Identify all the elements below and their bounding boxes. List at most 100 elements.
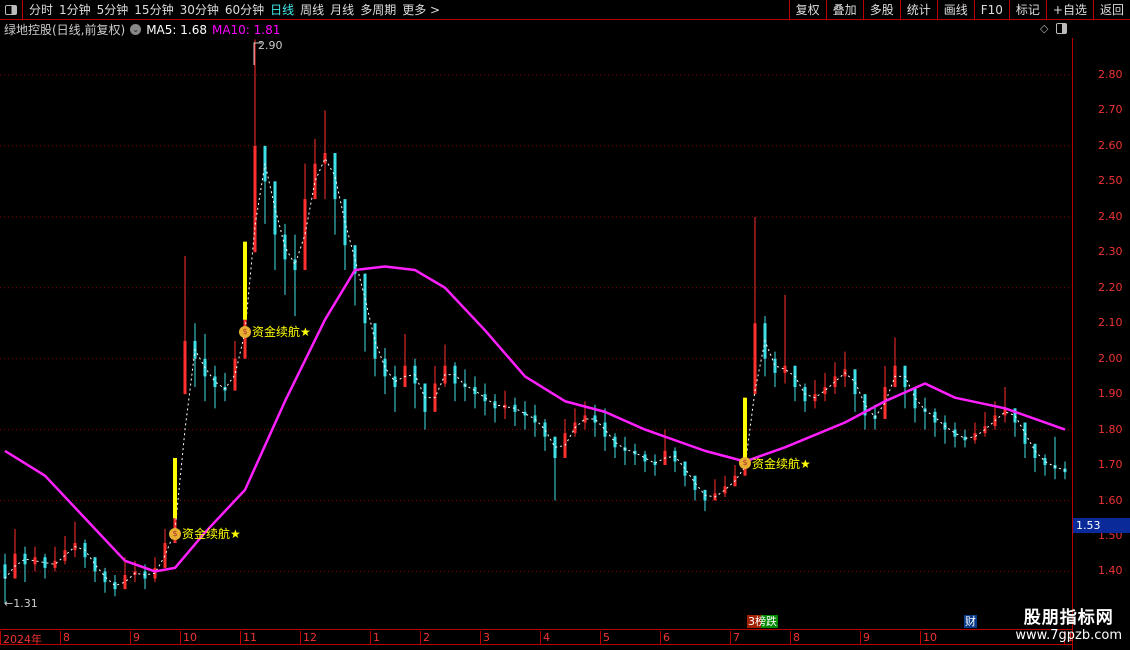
candle-body: [313, 163, 317, 200]
toolbar-button-7[interactable]: +自选: [1045, 0, 1093, 20]
tab-period-8[interactable]: 月线: [330, 1, 354, 18]
money-bag-icon: $: [239, 325, 251, 338]
candle-body: [103, 571, 107, 583]
candle-body: [753, 323, 757, 395]
x-tick-label: 2: [420, 631, 430, 645]
right-buttons: 复权 叠加 多股 统计 画线 F10 标记 +自选 返回: [788, 0, 1130, 20]
candle-body: [783, 365, 787, 373]
candle-body: [283, 234, 287, 260]
candle-body: [543, 422, 547, 437]
tab-period-9[interactable]: 多周期: [360, 1, 396, 18]
x-tick-label: 10: [180, 631, 197, 645]
tab-period-1[interactable]: 1分钟: [59, 1, 91, 18]
candle-body: [93, 557, 97, 572]
x-tick-label: 4: [540, 631, 550, 645]
candle-body: [683, 461, 687, 476]
money-bag-icon: $: [169, 527, 181, 540]
tab-period-4[interactable]: 30分钟: [180, 1, 219, 18]
candle-body: [33, 557, 37, 565]
candle-body: [183, 340, 187, 395]
tab-period-10[interactable]: 更多 >: [402, 1, 440, 18]
tab-period-2[interactable]: 5分钟: [97, 1, 129, 18]
x-tick-label: 6: [660, 631, 670, 645]
candle-body: [643, 454, 647, 462]
candle-body: [213, 376, 217, 388]
toolbar-button-3[interactable]: 统计: [899, 0, 937, 20]
candle-body: [953, 429, 957, 437]
signal-label: $ 资金续航★: [169, 525, 241, 542]
event-marker[interactable]: 3榜跌: [747, 615, 778, 628]
candle-body: [123, 574, 127, 590]
panel-icon[interactable]: [1056, 23, 1068, 34]
diamond-icon[interactable]: ◇: [1040, 22, 1048, 35]
tab-period-5[interactable]: 60分钟: [225, 1, 264, 18]
ma5-value: MA5: 1.68: [146, 22, 207, 37]
signal-label: $ 资金续航★: [239, 323, 311, 340]
candle-body: [273, 181, 277, 235]
watermark: 股朋指标网 www.7gpzb.com: [1015, 603, 1122, 643]
candle-body: [1033, 443, 1037, 458]
toolbar-button-4[interactable]: 画线: [936, 0, 974, 20]
stock-title: 绿地控股(日线,前复权): [4, 23, 126, 37]
y-tick-label: 2.70: [1098, 103, 1123, 117]
x-tick-label: 9: [860, 631, 870, 645]
toolbar-button-6[interactable]: 标记: [1008, 0, 1046, 20]
toolbar-button-0[interactable]: 复权: [788, 0, 826, 20]
tab-period-7[interactable]: 周线: [300, 1, 324, 18]
candle-body: [853, 369, 857, 395]
candle-body: [233, 358, 237, 391]
signal-text: 资金续航★: [752, 456, 811, 471]
chevron-down-icon[interactable]: ⌄: [130, 24, 142, 35]
candle-body: [253, 145, 257, 253]
candlestick-chart[interactable]: [0, 0, 1072, 628]
max-price-label: 2.90: [258, 39, 283, 52]
candle-body: [373, 323, 377, 359]
candle-body: [113, 582, 117, 590]
toolbar-button-2[interactable]: 多股: [862, 0, 900, 20]
candle-body: [973, 433, 977, 441]
candle-body: [913, 387, 917, 409]
candle-body: [383, 358, 387, 377]
toolbar-button-5[interactable]: F10: [973, 0, 1009, 20]
x-tick-label: 12: [300, 631, 317, 645]
x-tick-label: 1: [370, 631, 380, 645]
x-tick-label: 8: [790, 631, 800, 645]
x-tick-label: 9: [130, 631, 140, 645]
candle-body: [483, 394, 487, 402]
candle-body: [63, 550, 67, 561]
finance-marker[interactable]: 财: [964, 615, 977, 628]
chart-title-bar: 绿地控股(日线,前复权) ⌄ MA5: 1.68 MA10: 1.81: [4, 21, 280, 38]
chart-corner-tools: ◇: [1040, 22, 1068, 35]
toolbar-button-1[interactable]: 叠加: [825, 0, 863, 20]
panel-icon: [5, 4, 17, 15]
signal-label: $ 资金续航★: [739, 455, 811, 472]
candle-body: [3, 564, 7, 579]
x-tick-label: 5: [600, 631, 610, 645]
x-tick-label: 8: [60, 631, 70, 645]
y-tick-label: 1.70: [1098, 458, 1123, 472]
candle-body: [613, 436, 617, 448]
y-tick-label: 1.90: [1098, 387, 1123, 401]
candle-body: [583, 415, 587, 423]
x-tick-label: 11: [240, 631, 257, 645]
y-tick-label: 2.40: [1098, 209, 1123, 223]
candle-body: [593, 415, 597, 423]
candle-body: [533, 415, 537, 423]
tab-period-6[interactable]: 日线: [270, 1, 294, 18]
toolbar-button-8[interactable]: 返回: [1092, 0, 1130, 20]
panel-toggle-button[interactable]: [0, 0, 23, 20]
y-tick-label: 2.30: [1098, 245, 1123, 259]
candle-body: [933, 411, 937, 423]
candle-body: [163, 543, 167, 568]
current-price-tag: 1.53: [1073, 518, 1130, 534]
candle-body: [23, 553, 27, 565]
candle-body: [323, 153, 327, 164]
candle-body: [303, 199, 307, 271]
tab-period-3[interactable]: 15分钟: [134, 1, 173, 18]
candle-body: [603, 422, 607, 437]
y-tick-label: 2.20: [1098, 280, 1123, 294]
tab-period-0[interactable]: 分时: [29, 1, 53, 18]
signal-bar: [243, 241, 247, 320]
money-bag-icon: $: [739, 457, 751, 469]
candle-body: [823, 387, 827, 395]
